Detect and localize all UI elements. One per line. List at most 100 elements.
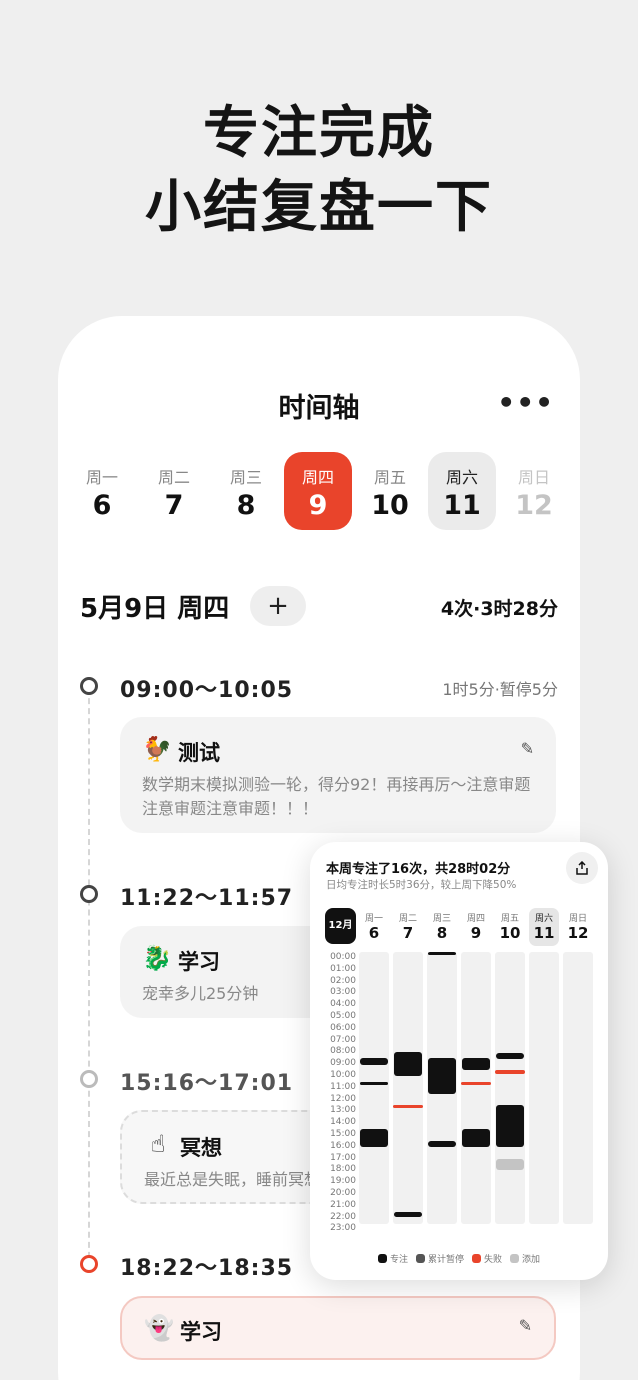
day-date: 11 (443, 490, 481, 521)
hour-tick-label: 02:00 (330, 975, 356, 986)
weekly-day-9[interactable]: 周四 9 (461, 908, 491, 946)
session-block-fail (461, 1081, 491, 1086)
day-column-8 (427, 952, 457, 1224)
headline-line-1: 专注完成 (203, 101, 435, 166)
legend-swatch (377, 1254, 387, 1263)
session-title: 冥想 (180, 1136, 222, 1160)
session-time: 18:22～18:35 (120, 1256, 294, 1281)
day-tab-sat[interactable]: 周六 11 (428, 452, 496, 530)
weekly-day-name: 周六 (534, 914, 553, 924)
day-date: 9 (308, 490, 328, 521)
hour-tick-label: 13:00 (330, 1105, 356, 1116)
weekly-day-6[interactable]: 周一 6 (359, 908, 389, 946)
session-title: 学习 (178, 950, 220, 974)
headline-line-2: 小结复盘一下 (145, 175, 493, 240)
weekly-day-name: 周五 (500, 914, 519, 924)
hour-tick-label: 05:00 (330, 1010, 356, 1021)
weekly-day-date: 8 (436, 924, 448, 942)
session-duration: 1时5分·暂停5分 (442, 680, 558, 699)
hour-tick-label: 18:00 (330, 1164, 356, 1175)
hour-tick-label: 03:00 (330, 987, 356, 998)
day-column-6 (359, 952, 389, 1224)
session-card[interactable]: 🐓 测试 ✎ 数学期末模拟测验一轮，得分92！再接再厉～注意审题注意审题注意审题… (120, 717, 556, 833)
weekly-day-7[interactable]: 周二 7 (393, 908, 423, 946)
edit-icon[interactable]: ✎ (519, 1316, 532, 1335)
session-time: 09:00～10:05 (120, 678, 294, 703)
day-column-11 (529, 952, 559, 1224)
hour-tick-label: 22:00 (330, 1211, 356, 1222)
session-block-focus (496, 1105, 524, 1147)
session-block-fail (393, 1105, 423, 1109)
hour-tick-label: 16:00 (330, 1140, 356, 1151)
session-block-focus (496, 1053, 524, 1060)
weekly-day-name: 周二 (398, 914, 417, 924)
hour-tick-label: 12:00 (330, 1093, 356, 1104)
day-tab-wed[interactable]: 周三 8 (212, 452, 280, 530)
day-date: 10 (371, 490, 409, 521)
legend-item: 失败 (472, 1252, 502, 1265)
day-column-7 (393, 952, 423, 1224)
hour-tick-label: 07:00 (330, 1034, 356, 1045)
day-column-12 (563, 952, 593, 1224)
session-block-focus (428, 1058, 456, 1094)
day-tab-fri[interactable]: 周五 10 (356, 452, 424, 530)
hour-tick-label: 10:00 (330, 1069, 356, 1080)
session-block-focus (360, 1058, 388, 1066)
more-icon[interactable]: ••• (497, 386, 554, 419)
weekly-day-date: 6 (368, 924, 380, 942)
day-name: 周二 (157, 468, 190, 487)
add-button[interactable]: + (250, 586, 306, 626)
day-column-10 (495, 952, 525, 1224)
day-name: 周四 (301, 468, 334, 487)
day-tab-thu[interactable]: 周四 9 (284, 452, 352, 530)
legend-label: 失败 (484, 1255, 503, 1265)
weekly-subtitle: 日均专注时长5时36分，较上周下降50% (326, 879, 517, 891)
ghost-icon: 👻 (144, 1314, 174, 1342)
selected-date: 5月9日 周四 (80, 594, 230, 624)
weekly-day-name: 周四 (466, 914, 485, 924)
legend-item: 专注 (377, 1252, 408, 1265)
weekly-day-10[interactable]: 周五 10 (495, 908, 525, 946)
day-summary: 4次·3时28分 (440, 598, 558, 620)
legend-item: 累计暂停 (415, 1252, 464, 1265)
rooster-icon: 🐓 (142, 735, 172, 763)
session-block-focus (360, 1129, 388, 1147)
dragon-icon: 🐉 (142, 944, 172, 972)
session-title: 测试 (178, 741, 220, 765)
legend-label: 累计暂停 (427, 1255, 464, 1265)
hour-tick-label: 20:00 (330, 1187, 356, 1198)
hour-tick-label: 09:00 (330, 1058, 356, 1069)
session-block-focus (462, 1058, 490, 1070)
weekly-day-8[interactable]: 周三 8 (427, 908, 457, 946)
legend-swatch (510, 1254, 520, 1263)
hour-tick-label: 06:00 (330, 1022, 356, 1033)
hour-tick-label: 08:00 (330, 1046, 356, 1057)
weekly-day-date: 7 (402, 924, 414, 942)
weekly-day-name: 周三 (432, 914, 451, 924)
session-time: 15:16～17:01 (120, 1071, 294, 1096)
hour-tick-label: 23:00 (330, 1223, 356, 1234)
hour-tick-label: 14:00 (330, 1117, 356, 1128)
session-block-focus (428, 952, 456, 955)
weekly-day-date: 10 (499, 924, 521, 942)
weekly-day-12[interactable]: 周日 12 (563, 908, 593, 946)
share-icon[interactable] (566, 852, 598, 884)
day-name: 周一 (85, 468, 118, 487)
session-block-focus (428, 1140, 456, 1147)
day-name: 周三 (229, 468, 262, 487)
hand-icon: ☝ (150, 1130, 166, 1158)
legend-label: 专注 (389, 1255, 408, 1265)
session-block-focus (462, 1129, 490, 1147)
day-tab-mon[interactable]: 周一 6 (68, 452, 136, 530)
timeline-line (88, 688, 90, 1268)
week-selector: 周一 6 周二 7 周三 8 周四 9 周五 10 周六 11 周日 12 (66, 452, 572, 530)
day-name: 周五 (373, 468, 406, 487)
day-name: 周六 (445, 468, 478, 487)
day-tab-sun[interactable]: 周日 12 (500, 452, 568, 530)
edit-icon[interactable]: ✎ (521, 739, 534, 758)
legend-swatch (472, 1254, 481, 1263)
day-tab-tue[interactable]: 周二 7 (140, 452, 208, 530)
weekly-day-11[interactable]: 周六 11 (529, 908, 559, 946)
session-card[interactable]: 👻 学习 ✎ (120, 1296, 556, 1360)
day-date: 7 (164, 490, 184, 521)
